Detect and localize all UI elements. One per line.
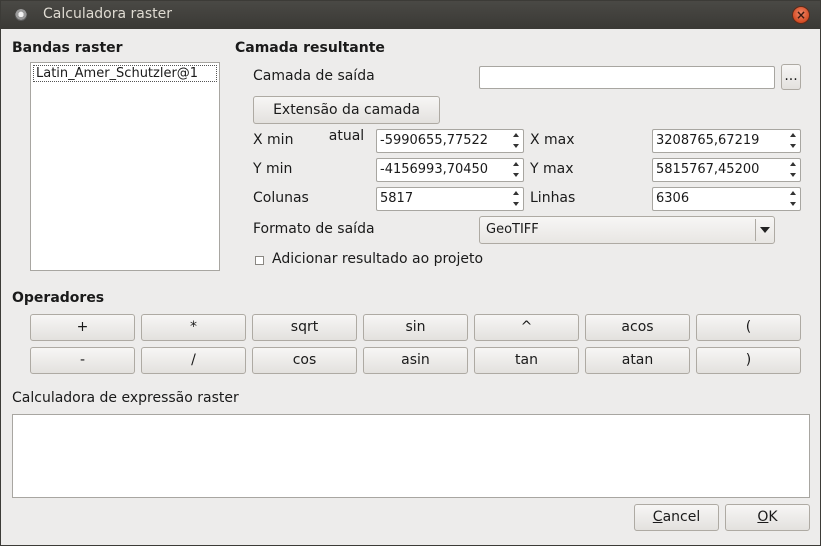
chevron-down-icon — [760, 227, 770, 233]
op-sqrt-button[interactable]: sqrt — [252, 314, 357, 341]
op-divide-button[interactable]: / — [141, 347, 246, 374]
bands-list[interactable]: Latin_Amer_Schutzler@1 — [30, 62, 220, 271]
ymin-value: -4156993,70450 — [380, 162, 489, 177]
op-tan-button[interactable]: tan — [474, 347, 579, 374]
op-close-paren-button[interactable]: ) — [696, 347, 801, 374]
op-power-button[interactable]: ^ — [474, 314, 579, 341]
rows-label: Linhas — [530, 190, 576, 206]
xmin-value: -5990655,77522 — [380, 133, 489, 148]
spin-down-icon[interactable] — [790, 173, 796, 177]
xmax-label: X max — [530, 132, 575, 148]
columns-label: Colunas — [253, 190, 309, 206]
ok-button[interactable]: OK — [725, 504, 810, 531]
output-format-value: GeoTIFF — [486, 222, 539, 237]
window-title: Calculadora raster — [43, 6, 173, 22]
op-sin-button[interactable]: sin — [363, 314, 468, 341]
expression-label: Calculadora de expressão raster — [12, 390, 239, 406]
columns-value: 5817 — [380, 191, 414, 206]
spin-up-icon[interactable] — [790, 162, 796, 166]
add-to-project-checkbox[interactable] — [255, 256, 264, 265]
output-layer-field[interactable] — [479, 66, 775, 89]
rows-spinbox[interactable]: 6306 — [652, 187, 801, 211]
columns-spinbox[interactable]: 5817 — [376, 187, 524, 211]
ymax-spinbox[interactable]: 5815767,45200 — [652, 158, 801, 182]
op-multiply-button[interactable]: * — [141, 314, 246, 341]
output-format-select[interactable]: GeoTIFF — [479, 216, 775, 244]
ymin-spinbox[interactable]: -4156993,70450 — [376, 158, 524, 182]
rows-value: 6306 — [656, 191, 690, 206]
browse-button[interactable]: ... — [781, 64, 801, 90]
bands-section-title: Bandas raster — [12, 40, 123, 56]
spin-down-icon[interactable] — [790, 144, 796, 148]
xmin-label: X min — [253, 132, 294, 148]
xmax-spinbox[interactable]: 3208765,67219 — [652, 129, 801, 153]
expression-textarea[interactable] — [12, 414, 810, 498]
operators-section-title: Operadores — [12, 290, 105, 306]
op-plus-button[interactable]: + — [30, 314, 135, 341]
title-bar: Calculadora raster × — [1, 1, 820, 29]
output-format-label: Formato de saída — [253, 221, 375, 237]
add-to-project-label: Adicionar resultado ao projeto — [272, 251, 484, 267]
xmin-spinbox[interactable]: -5990655,77522 — [376, 129, 524, 153]
raster-calculator-dialog: Calculadora raster × Bandas raster Latin… — [0, 0, 821, 546]
ymin-label: Y min — [253, 161, 293, 177]
op-asin-button[interactable]: asin — [363, 347, 468, 374]
op-atan-button[interactable]: atan — [585, 347, 690, 374]
op-cos-button[interactable]: cos — [252, 347, 357, 374]
ymax-label: Y max — [530, 161, 574, 177]
close-icon[interactable]: × — [792, 6, 810, 24]
op-minus-button[interactable]: - — [30, 347, 135, 374]
spin-down-icon[interactable] — [513, 173, 519, 177]
spin-up-icon[interactable] — [513, 133, 519, 137]
spin-down-icon[interactable] — [790, 202, 796, 206]
spin-down-icon[interactable] — [513, 202, 519, 206]
output-layer-label: Camada de saída — [253, 68, 375, 84]
cancel-button[interactable]: Cancel — [634, 504, 719, 531]
app-icon — [15, 9, 27, 21]
list-item[interactable]: Latin_Amer_Schutzler@1 — [33, 65, 217, 82]
xmax-value: 3208765,67219 — [656, 133, 760, 148]
spin-up-icon[interactable] — [513, 162, 519, 166]
spin-up-icon[interactable] — [790, 133, 796, 137]
spin-up-icon[interactable] — [790, 191, 796, 195]
op-open-paren-button[interactable]: ( — [696, 314, 801, 341]
ymax-value: 5815767,45200 — [656, 162, 760, 177]
spin-up-icon[interactable] — [513, 191, 519, 195]
result-section-title: Camada resultante — [235, 40, 385, 56]
spin-down-icon[interactable] — [513, 144, 519, 148]
current-layer-extent-button[interactable]: Extensão da camada atual — [253, 96, 440, 144]
op-acos-button[interactable]: acos — [585, 314, 690, 341]
